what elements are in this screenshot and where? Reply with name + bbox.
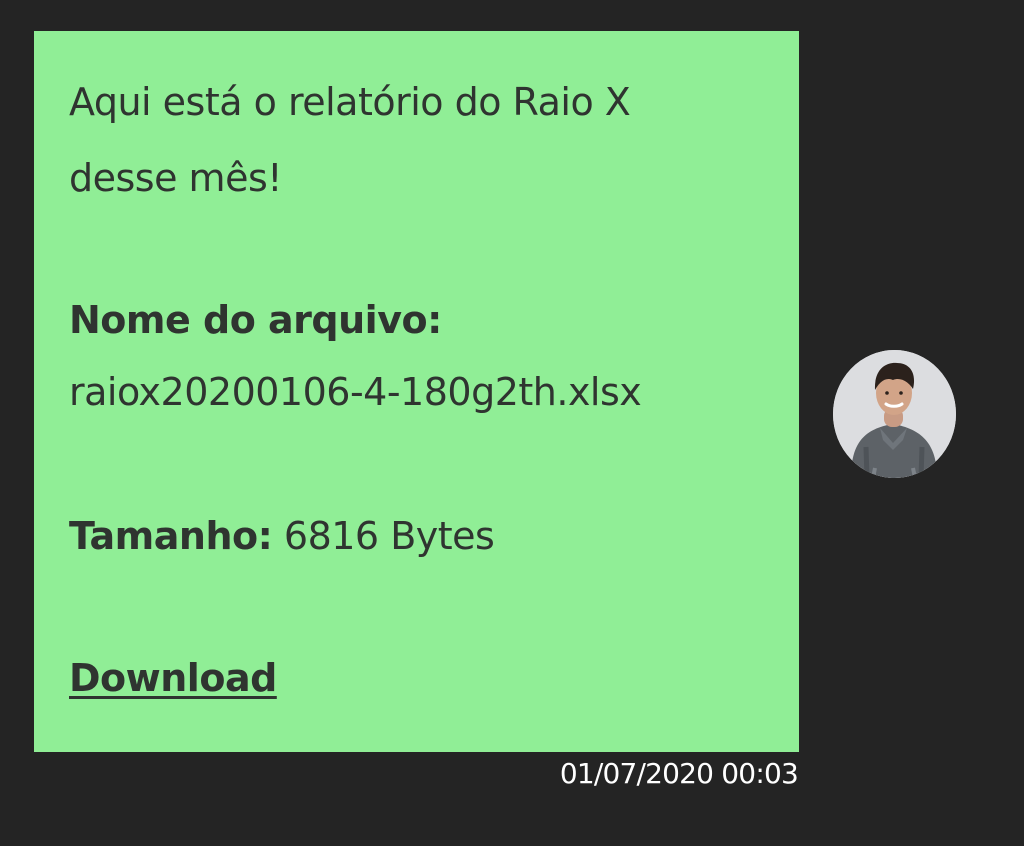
file-name-value: raiox20200106-4-180g2th.xlsx	[69, 370, 642, 414]
download-link[interactable]: Download	[69, 659, 277, 697]
message-intro-line-2: desse mês!	[69, 156, 282, 200]
file-size-label: Tamanho:	[69, 514, 273, 558]
file-size: Tamanho: 6816 Bytes	[69, 514, 495, 558]
avatar[interactable]	[833, 350, 956, 478]
message-intro-line-1: Aqui está o relatório do Raio X	[69, 80, 631, 124]
message-bubble: Aqui está o relatório do Raio X desse mê…	[34, 31, 799, 752]
chat-area: Aqui está o relatório do Raio X desse mê…	[0, 0, 1024, 846]
message-timestamp: 01/07/2020 00:03	[559, 757, 799, 790]
file-name-label: Nome do arquivo:	[69, 298, 442, 342]
avatar-person-icon	[833, 350, 956, 478]
file-size-value: 6816 Bytes	[283, 514, 495, 558]
